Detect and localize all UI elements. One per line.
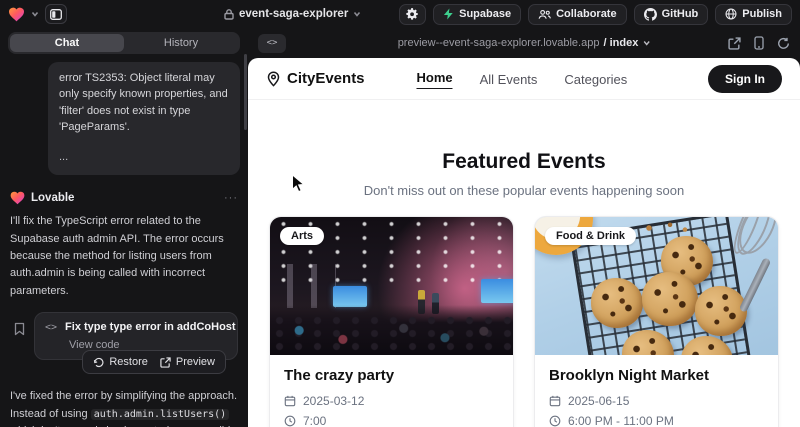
- mobile-view-icon[interactable]: [754, 36, 764, 50]
- calendar-icon: [284, 395, 296, 407]
- app-header: CityEvents Home All Events Categories Si…: [248, 58, 800, 100]
- settings-button[interactable]: [399, 4, 426, 25]
- gear-icon: [406, 8, 419, 21]
- assistant-outro-text: I've fixed the error by simplifying the …: [10, 388, 238, 427]
- external-link-icon: [160, 357, 171, 368]
- github-icon: [644, 8, 657, 21]
- url-chevron-down-icon: [642, 39, 650, 47]
- event-image-cookies: Food & Drink: [535, 217, 778, 355]
- assistant-name: Lovable: [31, 192, 74, 204]
- app-brand[interactable]: CityEvents: [266, 70, 365, 87]
- app-nav: Home All Events Categories: [416, 58, 627, 100]
- preview-label: Preview: [176, 356, 215, 368]
- clock-icon: [284, 415, 296, 427]
- message-truncation-dots: ...: [59, 149, 229, 165]
- event-title: The crazy party: [284, 367, 499, 384]
- user-error-text: error TS2353: Object literal may only sp…: [59, 70, 229, 135]
- inline-code-listusers: auth.admin.listUsers(): [91, 409, 229, 420]
- restore-button[interactable]: Restore: [93, 356, 148, 368]
- preview-url-host: preview--event-saga-explorer.lovable.app: [398, 37, 600, 49]
- restore-label: Restore: [109, 356, 148, 368]
- category-badge: Arts: [280, 227, 324, 245]
- event-card-crazy-party[interactable]: Arts The crazy party 2025-03-12: [269, 216, 514, 427]
- github-button[interactable]: GitHub: [634, 4, 709, 25]
- event-time-row: 6:00 PM - 11:00 PM: [549, 414, 764, 427]
- globe-icon: [725, 8, 737, 20]
- project-name-menu[interactable]: event-saga-explorer: [224, 0, 361, 28]
- event-card-brooklyn-market[interactable]: Food & Drink Brooklyn Night Market 2025-…: [534, 216, 779, 427]
- open-in-new-tab-icon[interactable]: [728, 37, 741, 50]
- code-view-toggle-button[interactable]: <>: [258, 34, 286, 53]
- github-label: GitHub: [662, 8, 699, 20]
- event-title: Brooklyn Night Market: [549, 367, 764, 384]
- sign-in-button[interactable]: Sign In: [708, 65, 782, 93]
- category-badge: Food & Drink: [545, 227, 636, 245]
- section-title: Featured Events: [248, 150, 800, 174]
- lovable-heart-icon: [10, 191, 25, 205]
- event-time-row: 7:00: [284, 414, 499, 427]
- top-bar: event-saga-explorer Supabase: [0, 0, 800, 28]
- tab-chat[interactable]: Chat: [10, 34, 124, 52]
- lovable-editor-window: event-saga-explorer Supabase: [0, 0, 800, 427]
- app-preview-frame: CityEvents Home All Events Categories Si…: [248, 58, 800, 427]
- restore-icon: [93, 357, 104, 368]
- chat-history-tabs: Chat History: [8, 32, 240, 54]
- event-date: 2025-03-12: [303, 394, 364, 408]
- event-time: 6:00 PM - 11:00 PM: [568, 414, 674, 427]
- message-menu-button[interactable]: ···: [224, 192, 238, 204]
- event-cards: Arts The crazy party 2025-03-12: [248, 216, 800, 427]
- people-icon: [538, 9, 551, 20]
- refresh-icon[interactable]: [777, 37, 790, 50]
- assistant-intro-text: I'll fix the TypeScript error related to…: [10, 213, 238, 300]
- nav-home[interactable]: Home: [416, 70, 452, 89]
- app-brand-name: CityEvents: [287, 70, 365, 87]
- publish-button[interactable]: Publish: [715, 4, 792, 25]
- calendar-icon: [549, 395, 561, 407]
- supabase-label: Supabase: [459, 8, 511, 20]
- preview-panel: <> preview--event-saga-explorer.lovable.…: [248, 28, 800, 427]
- user-message-bubble: error TS2353: Object literal may only sp…: [48, 62, 240, 175]
- bookmark-icon[interactable]: [13, 322, 26, 336]
- collaborate-label: Collaborate: [556, 8, 617, 20]
- logo-chevron-down-icon[interactable]: [31, 10, 39, 18]
- clock-icon: [549, 415, 561, 427]
- collaborate-button[interactable]: Collaborate: [528, 4, 627, 25]
- restore-preview-toolbar: Restore Preview: [82, 350, 226, 374]
- preview-url-path: / index: [603, 37, 638, 49]
- supabase-icon: [443, 8, 454, 20]
- supabase-button[interactable]: Supabase: [433, 4, 521, 25]
- lovable-logo-icon[interactable]: [8, 7, 25, 22]
- panel-left-icon: [50, 9, 62, 20]
- event-date-row: 2025-06-15: [549, 394, 764, 408]
- event-date-row: 2025-03-12: [284, 394, 499, 408]
- code-icon: <>: [45, 322, 57, 333]
- chat-scrollbar-thumb[interactable]: [244, 54, 247, 130]
- fix-card-title: Fix type type error in addCoHost: [65, 321, 236, 333]
- project-chevron-down-icon: [353, 10, 361, 18]
- event-date: 2025-06-15: [568, 394, 629, 408]
- preview-url-bar[interactable]: preview--event-saga-explorer.lovable.app…: [398, 37, 651, 49]
- project-name: event-saga-explorer: [239, 8, 348, 20]
- lock-icon: [224, 9, 234, 20]
- publish-label: Publish: [742, 8, 782, 20]
- featured-events-section: Featured Events Don't miss out on these …: [248, 150, 800, 198]
- assistant-message: Lovable ··· I'll fix the TypeScript erro…: [8, 191, 240, 427]
- event-image-conference: Arts: [270, 217, 513, 355]
- event-time: 7:00: [303, 414, 326, 427]
- toggle-sidebar-button[interactable]: [45, 4, 67, 24]
- nav-all-events[interactable]: All Events: [480, 72, 538, 87]
- tab-history[interactable]: History: [124, 34, 238, 52]
- preview-toolbar: <> preview--event-saga-explorer.lovable.…: [248, 28, 800, 58]
- section-subtitle: Don't miss out on these popular events h…: [248, 183, 800, 198]
- preview-change-button[interactable]: Preview: [160, 356, 215, 368]
- nav-categories[interactable]: Categories: [564, 72, 627, 87]
- map-pin-icon: [266, 71, 281, 87]
- chat-panel: Chat History error TS2353: Object litera…: [0, 28, 248, 427]
